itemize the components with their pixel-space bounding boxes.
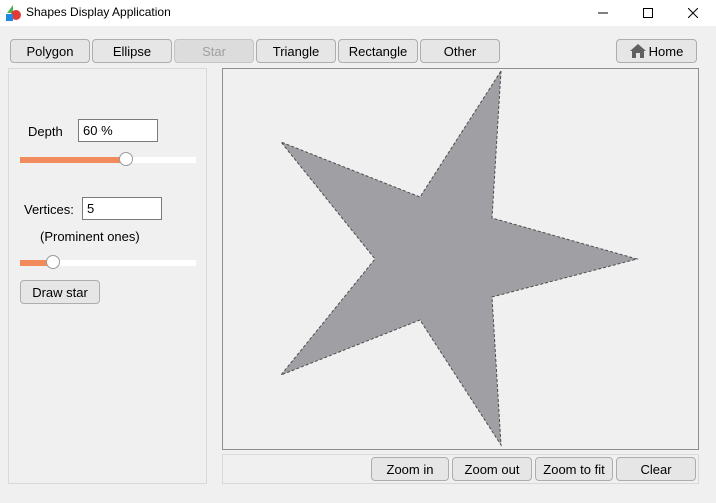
minimize-button[interactable] — [580, 0, 626, 26]
star-shape — [279, 69, 639, 447]
vertices-hint: (Prominent ones) — [40, 229, 140, 244]
tab-star[interactable]: Star — [174, 39, 254, 63]
home-icon — [629, 44, 646, 58]
vertices-field[interactable]: 5 — [82, 197, 162, 220]
maximize-button[interactable] — [625, 0, 671, 26]
star-drawing — [279, 69, 639, 447]
maximize-icon — [643, 8, 653, 18]
minimize-icon — [598, 12, 608, 14]
tab-ellipse[interactable]: Ellipse — [92, 39, 172, 63]
vertices-label: Vertices: — [24, 202, 74, 217]
drawing-canvas[interactable] — [222, 68, 699, 450]
home-button[interactable]: Home — [616, 39, 697, 63]
clear-button[interactable]: Clear — [616, 457, 696, 481]
app-shapes-icon — [6, 5, 21, 21]
zoom-to-fit-button[interactable]: Zoom to fit — [535, 457, 613, 481]
depth-slider-fill — [20, 157, 126, 163]
draw-star-button[interactable]: Draw star — [20, 280, 100, 304]
window-title: Shapes Display Application — [26, 5, 171, 19]
home-label: Home — [648, 43, 684, 59]
depth-slider-thumb[interactable] — [118, 152, 133, 166]
close-button[interactable] — [670, 0, 716, 26]
tab-rectangle[interactable]: Rectangle — [338, 39, 418, 63]
tab-polygon[interactable]: Polygon — [10, 39, 90, 63]
zoom-out-button[interactable]: Zoom out — [452, 457, 532, 481]
close-icon — [688, 8, 698, 18]
zoom-in-button[interactable]: Zoom in — [371, 457, 449, 481]
depth-slider[interactable] — [20, 149, 196, 169]
depth-field[interactable]: 60 % — [78, 119, 158, 142]
vertices-slider[interactable] — [20, 252, 196, 272]
tab-triangle[interactable]: Triangle — [256, 39, 336, 63]
tab-other[interactable]: Other — [420, 39, 500, 63]
vertices-slider-thumb[interactable] — [46, 255, 61, 269]
depth-label: Depth — [28, 124, 63, 139]
title-bar: Shapes Display Application — [0, 0, 716, 26]
